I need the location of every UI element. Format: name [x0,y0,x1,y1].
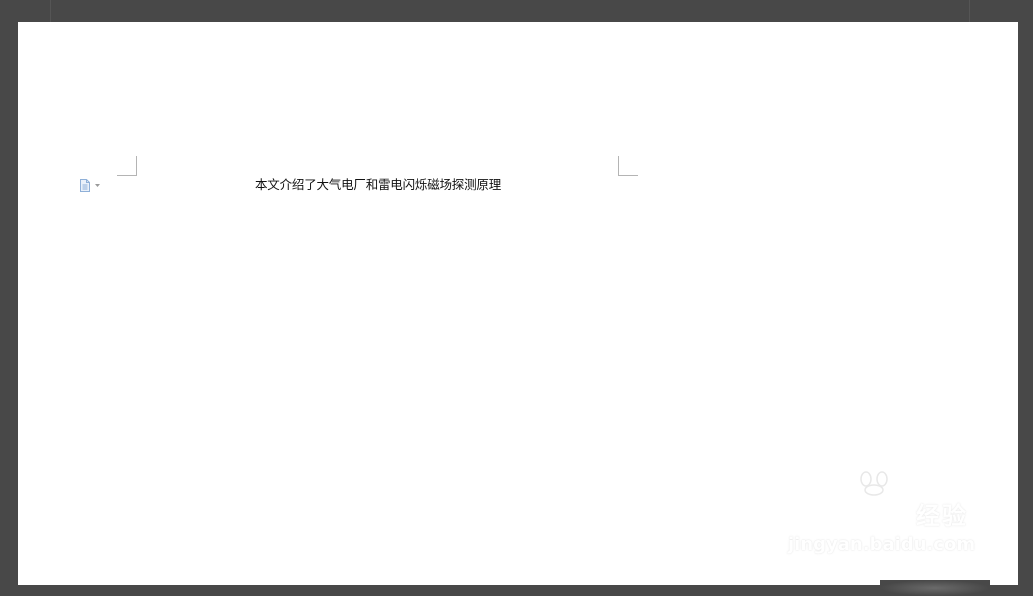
workspace-guide-left [50,0,51,22]
document-workspace: 本文介绍了大气电厂和雷电闪烁磁场探测原理 经验 jingyan.baidu.co… [0,0,1033,596]
document-body-text[interactable]: 本文介绍了大气电厂和雷电闪烁磁场探测原理 [255,176,501,193]
margin-corner-top-right [618,156,638,176]
document-page[interactable]: 本文介绍了大气电厂和雷电闪烁磁场探测原理 经验 jingyan.baidu.co… [18,22,1018,585]
paw-logo-icon [860,471,888,496]
watermark: 经验 jingyan.baidu.com [780,470,976,565]
caret-down-icon [95,183,100,187]
watermark-cn-text: 经验 [916,502,968,530]
margin-corner-top-left [117,156,137,176]
page-shadow [880,580,990,596]
workspace-guide-right [969,0,970,22]
watermark-url-text: jingyan.baidu.com [788,534,976,555]
document-icon [80,178,90,192]
paste-options-button[interactable] [79,177,105,193]
